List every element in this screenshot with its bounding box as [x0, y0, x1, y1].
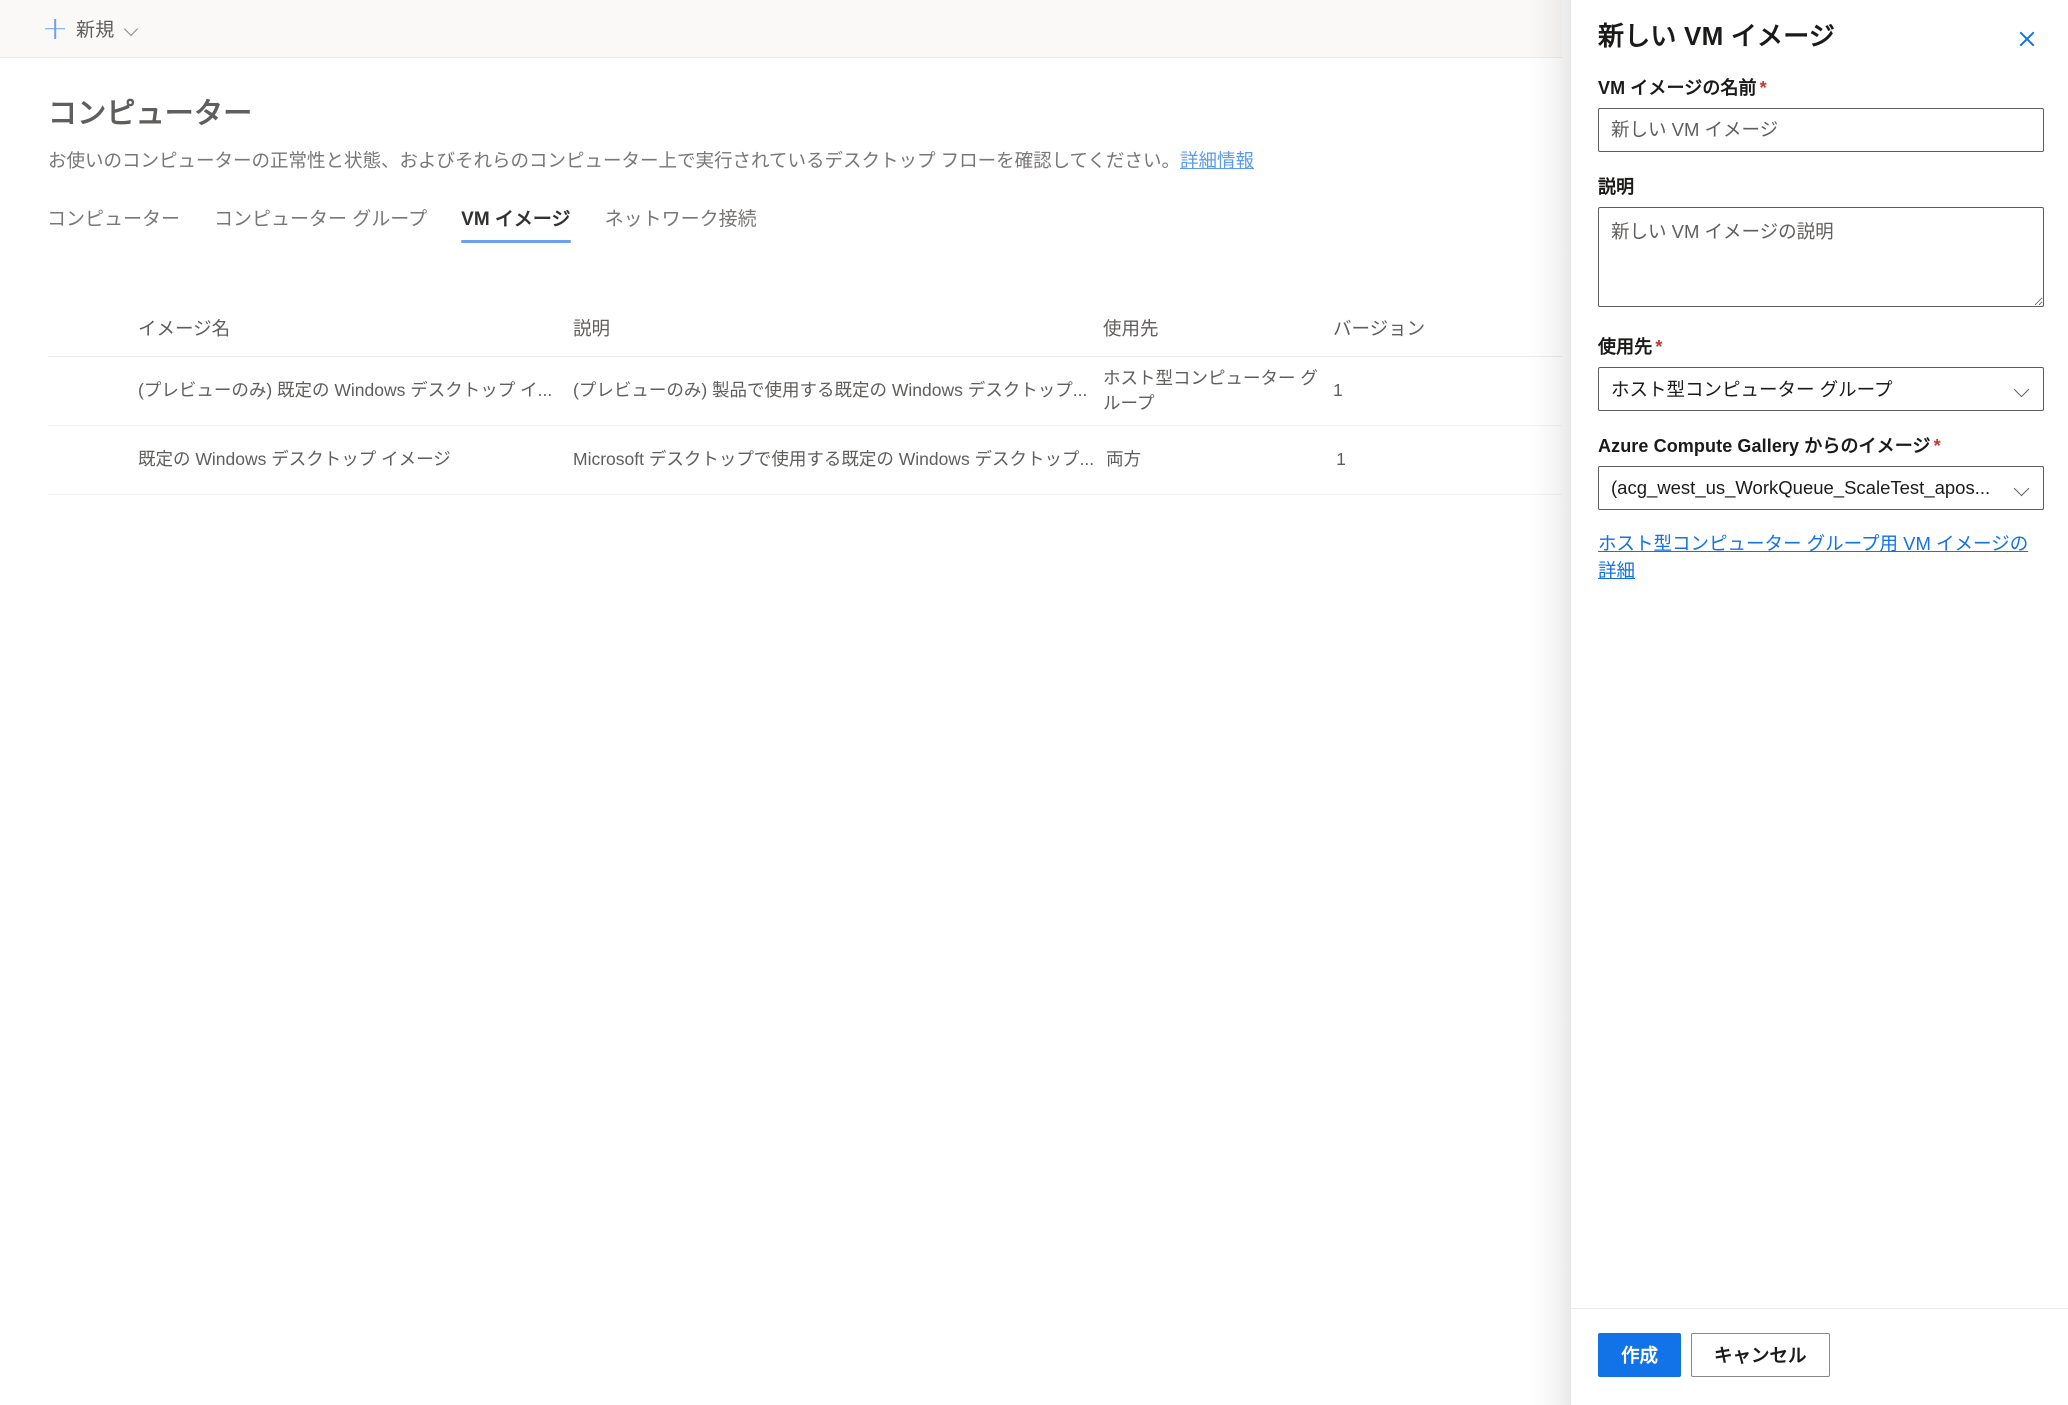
cell-usage: ホスト型コンピューター グループ — [1103, 367, 1318, 413]
cell-description: Microsoft デスクトップで使用する既定の Windows デスクトップ.… — [573, 449, 1095, 470]
vm-image-help-link[interactable]: ホスト型コンピューター グループ用 VM イメージの詳細 — [1598, 531, 2044, 585]
usage-dropdown-value: ホスト型コンピューター グループ — [1611, 379, 1893, 400]
cell-image-name: 既定の Windows デスクトップ イメージ — [138, 449, 451, 470]
column-header-description[interactable]: 説明 — [573, 315, 1103, 341]
cell-description: (プレビューのみ) 製品で使用する既定の Windows デスクトップ... — [573, 380, 1088, 401]
table-row[interactable]: (プレビューのみ) 既定の Windows デスクトップ イ... (プレビュー… — [48, 357, 1562, 426]
table-row[interactable]: 既定の Windows デスクトップ イメージ Microsoft デスクトップ… — [48, 426, 1562, 495]
panel-body: VM イメージの名前* 説明 使用先* ホスト型コンピューター グループ — [1571, 56, 2068, 585]
field-description: 説明 — [1598, 173, 2044, 312]
chevron-down-icon — [125, 24, 139, 33]
close-icon[interactable] — [2010, 22, 2044, 56]
new-button[interactable]: 新規 — [34, 7, 151, 51]
page-description-text: お使いのコンピューターの正常性と状態、およびそれらのコンピューター上で実行されて… — [48, 150, 1180, 171]
learn-more-link[interactable]: 詳細情報 — [1180, 150, 1254, 171]
cell-version: 1 — [1336, 449, 1346, 470]
required-marker: * — [1933, 436, 1941, 456]
cell-version: 1 — [1333, 380, 1343, 401]
label-gallery-image: Azure Compute Gallery からのイメージ * — [1598, 432, 2044, 458]
page-header: コンピューター お使いのコンピューターの正常性と状態、およびそれらのコンピュータ… — [0, 58, 1562, 174]
vm-images-table: イメージ名 説明 使用先 バージョン (プレビューのみ) 既定の Windows… — [48, 300, 1562, 495]
cell-image-name: (プレビューのみ) 既定の Windows デスクトップ イ... — [138, 380, 553, 401]
new-vm-image-panel: 新しい VM イメージ VM イメージの名前* 説明 使用先* ホスト型コンピュ… — [1570, 0, 2068, 1405]
gallery-image-dropdown[interactable]: (acg_west_us_WorkQueue_ScaleTest_apos... — [1598, 466, 2044, 510]
vm-image-name-input[interactable] — [1598, 108, 2044, 152]
plus-icon — [44, 18, 66, 40]
label-description: 説明 — [1598, 173, 2044, 199]
label-vm-image-name: VM イメージの名前 * — [1598, 74, 2044, 100]
command-bar: 新規 — [0, 0, 1562, 58]
page-title: コンピューター — [48, 98, 253, 130]
tab-network-connections[interactable]: ネットワーク接続 — [588, 196, 774, 245]
panel-footer: 作成 キャンセル — [1571, 1308, 2068, 1405]
tab-list: コンピューター コンピューター グループ VM イメージ ネットワーク接続 — [0, 196, 1562, 245]
usage-dropdown[interactable]: ホスト型コンピューター グループ — [1598, 367, 2044, 411]
cancel-button[interactable]: キャンセル — [1691, 1333, 1830, 1377]
table-header-row: イメージ名 説明 使用先 バージョン — [48, 300, 1562, 357]
description-textarea[interactable] — [1598, 207, 2044, 307]
new-button-label: 新規 — [76, 20, 115, 41]
label-usage-text: 使用先 — [1598, 337, 1653, 357]
cell-usage: 両方 — [1106, 449, 1142, 470]
label-vm-image-name-text: VM イメージの名前 — [1598, 78, 1757, 98]
gallery-image-dropdown-wrapper: (acg_west_us_WorkQueue_ScaleTest_apos... — [1598, 466, 2044, 510]
column-header-usage[interactable]: 使用先 — [1103, 315, 1333, 341]
tab-vm-images[interactable]: VM イメージ — [444, 196, 587, 245]
panel-header: 新しい VM イメージ — [1571, 0, 2068, 56]
tab-machines[interactable]: コンピューター — [30, 196, 197, 245]
required-marker: * — [1759, 78, 1767, 98]
required-marker: * — [1655, 337, 1663, 357]
panel-title: 新しい VM イメージ — [1598, 21, 1836, 51]
usage-dropdown-wrapper: ホスト型コンピューター グループ — [1598, 367, 2044, 411]
gallery-image-dropdown-value: (acg_west_us_WorkQueue_ScaleTest_apos... — [1611, 477, 1991, 498]
create-button[interactable]: 作成 — [1598, 1333, 1682, 1377]
field-gallery-image: Azure Compute Gallery からのイメージ * (acg_west… — [1598, 432, 2044, 510]
column-header-image-name[interactable]: イメージ名 — [48, 315, 573, 341]
tab-machine-groups[interactable]: コンピューター グループ — [197, 196, 444, 245]
page-description: お使いのコンピューターの正常性と状態、およびそれらのコンピューター上で実行されて… — [0, 132, 1562, 174]
label-gallery-image-text: Azure Compute Gallery からのイメージ — [1598, 436, 1931, 456]
label-usage: 使用先 * — [1598, 333, 2044, 359]
column-header-version[interactable]: バージョン — [1333, 315, 1493, 341]
label-description-text: 説明 — [1598, 177, 1635, 197]
field-vm-image-name: VM イメージの名前 * — [1598, 74, 2044, 152]
field-usage: 使用先 * ホスト型コンピューター グループ — [1598, 333, 2044, 411]
